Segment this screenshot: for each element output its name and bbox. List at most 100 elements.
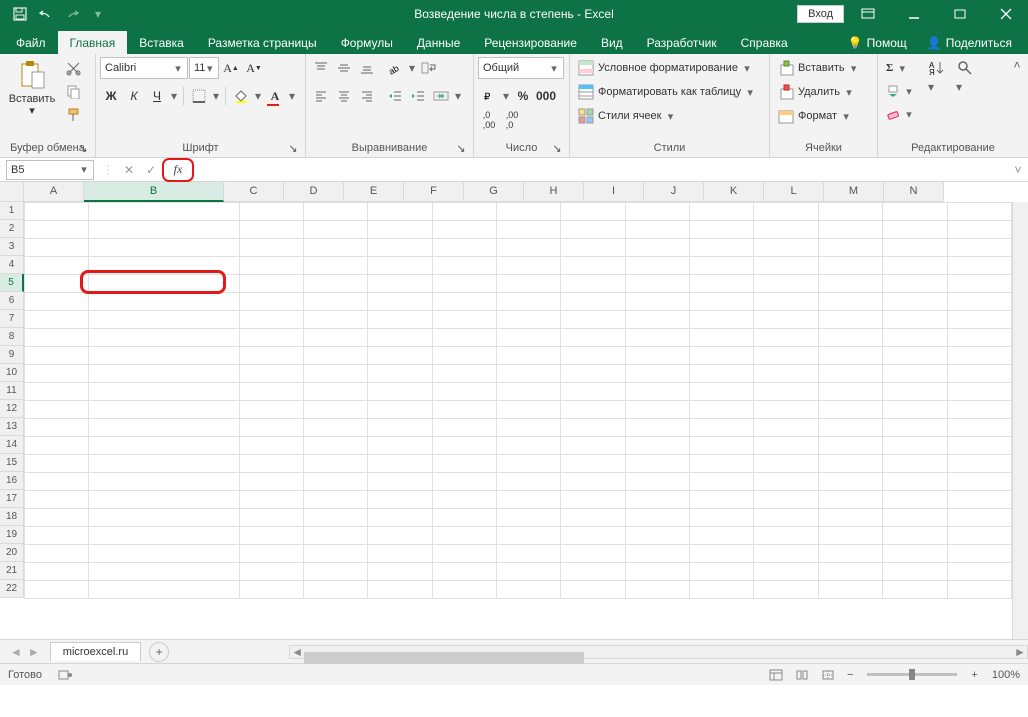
format-table-button[interactable]: Форматировать как таблицу▾ [574, 81, 765, 103]
column-header[interactable]: B [84, 182, 224, 202]
column-header[interactable]: F [404, 182, 464, 202]
zoom-out-button[interactable]: − [843, 669, 857, 681]
column-header[interactable]: I [584, 182, 644, 202]
add-sheet-icon[interactable]: + [149, 642, 169, 662]
row-header[interactable]: 16 [0, 472, 24, 490]
column-header[interactable]: L [764, 182, 824, 202]
sheet-tab[interactable]: microexcel.ru [50, 642, 141, 661]
delete-cells-button[interactable]: Удалить▾ [774, 81, 873, 103]
sheet-nav-prev-icon[interactable]: ◄ [10, 645, 22, 659]
tab-home[interactable]: Главная [58, 31, 128, 54]
horizontal-scrollbar[interactable]: ◄ ► [289, 645, 1028, 659]
tell-me[interactable]: 💡Помощ [840, 32, 915, 54]
row-header[interactable]: 5 [0, 274, 24, 292]
cut-icon[interactable] [62, 57, 84, 79]
orientation-icon[interactable]: ab [384, 57, 406, 79]
row-header[interactable]: 20 [0, 544, 24, 562]
redo-icon[interactable] [60, 2, 84, 26]
sheet-nav-next-icon[interactable]: ► [28, 645, 40, 659]
underline-dropdown[interactable]: ▾ [169, 89, 179, 103]
column-header[interactable]: H [524, 182, 584, 202]
increase-decimal-icon[interactable]: ,0,00 [478, 109, 500, 131]
border-icon[interactable] [188, 85, 210, 107]
zoom-in-button[interactable]: + [967, 669, 981, 681]
column-header[interactable]: A [24, 182, 84, 202]
close-icon[interactable] [984, 0, 1028, 28]
percent-icon[interactable]: % [512, 85, 534, 107]
row-header[interactable]: 10 [0, 364, 24, 382]
copy-icon[interactable] [62, 80, 84, 102]
tab-view[interactable]: Вид [589, 31, 635, 54]
maximize-icon[interactable] [938, 0, 982, 28]
cell-styles-button[interactable]: Стили ячеек▾ [574, 105, 765, 127]
tab-help[interactable]: Справка [729, 31, 800, 54]
column-header[interactable]: M [824, 182, 884, 202]
decrease-indent-icon[interactable] [384, 85, 406, 107]
align-left-icon[interactable] [310, 85, 332, 107]
collapse-ribbon-icon[interactable]: ˄ [1008, 56, 1026, 74]
wrap-text-icon[interactable] [418, 57, 440, 79]
clipboard-launcher[interactable]: ↘ [77, 142, 89, 154]
row-header[interactable]: 13 [0, 418, 24, 436]
align-right-icon[interactable] [356, 85, 378, 107]
zoom-percent[interactable]: 100% [986, 669, 1020, 681]
share-button[interactable]: 👤Поделиться [919, 32, 1020, 54]
select-all-corner[interactable] [0, 182, 24, 202]
font-launcher[interactable]: ↘ [287, 142, 299, 154]
column-header[interactable]: K [704, 182, 764, 202]
cancel-formula-icon[interactable]: ✕ [118, 160, 140, 180]
paste-button[interactable]: Вставить▾ [4, 57, 60, 119]
alignment-launcher[interactable]: ↘ [455, 142, 467, 154]
row-header[interactable]: 17 [0, 490, 24, 508]
align-top-icon[interactable] [310, 57, 332, 79]
fill-color-icon[interactable] [230, 85, 252, 107]
tab-developer[interactable]: Разработчик [635, 31, 729, 54]
save-icon[interactable] [8, 2, 32, 26]
column-header[interactable]: G [464, 182, 524, 202]
font-size-select[interactable]: 11▾ [189, 57, 219, 79]
accounting-icon[interactable]: ₽ [478, 85, 500, 107]
row-header[interactable]: 8 [0, 328, 24, 346]
insert-function-icon[interactable]: fx [167, 160, 189, 180]
border-dropdown[interactable]: ▾ [211, 89, 221, 103]
column-header[interactable]: C [224, 182, 284, 202]
ribbon-display-icon[interactable] [846, 0, 890, 28]
number-launcher[interactable]: ↘ [551, 142, 563, 154]
clear-button[interactable]: ▾ [882, 103, 918, 125]
column-header[interactable]: D [284, 182, 344, 202]
minimize-icon[interactable] [892, 0, 936, 28]
shrink-font-icon[interactable]: A▼ [243, 57, 265, 79]
row-header[interactable]: 3 [0, 238, 24, 256]
merge-icon[interactable] [430, 85, 452, 107]
zoom-slider[interactable] [867, 673, 957, 676]
undo-icon[interactable] [34, 2, 58, 26]
row-header[interactable]: 1 [0, 202, 24, 220]
fill-button[interactable]: ▾ [882, 80, 918, 102]
increase-indent-icon[interactable] [407, 85, 429, 107]
tab-layout[interactable]: Разметка страницы [196, 31, 329, 54]
name-box[interactable]: B5▾ [6, 160, 94, 180]
formula-input[interactable] [194, 160, 1008, 180]
page-layout-view-icon[interactable] [791, 667, 813, 683]
fontcolor-dropdown[interactable]: ▾ [287, 89, 297, 103]
fill-dropdown[interactable]: ▾ [253, 89, 263, 103]
row-header[interactable]: 9 [0, 346, 24, 364]
autosum-button[interactable]: Σ▾ [882, 57, 918, 79]
row-header[interactable]: 18 [0, 508, 24, 526]
row-header[interactable]: 11 [0, 382, 24, 400]
expand-formula-bar-icon[interactable]: ˅ [1008, 163, 1028, 177]
row-header[interactable]: 7 [0, 310, 24, 328]
tab-file[interactable]: Файл [4, 31, 58, 54]
row-header[interactable]: 6 [0, 292, 24, 310]
bold-button[interactable]: Ж [100, 85, 122, 107]
normal-view-icon[interactable] [765, 667, 787, 683]
row-header[interactable]: 2 [0, 220, 24, 238]
sort-filter-button[interactable]: АЯ [926, 57, 948, 79]
tab-review[interactable]: Рецензирование [472, 31, 589, 54]
comma-icon[interactable]: 000 [535, 85, 557, 107]
login-button[interactable]: Вход [797, 5, 844, 23]
tab-insert[interactable]: Вставка [127, 31, 196, 54]
font-name-select[interactable]: Calibri▾ [100, 57, 188, 79]
align-middle-icon[interactable] [333, 57, 355, 79]
font-color-icon[interactable]: A [264, 85, 286, 107]
